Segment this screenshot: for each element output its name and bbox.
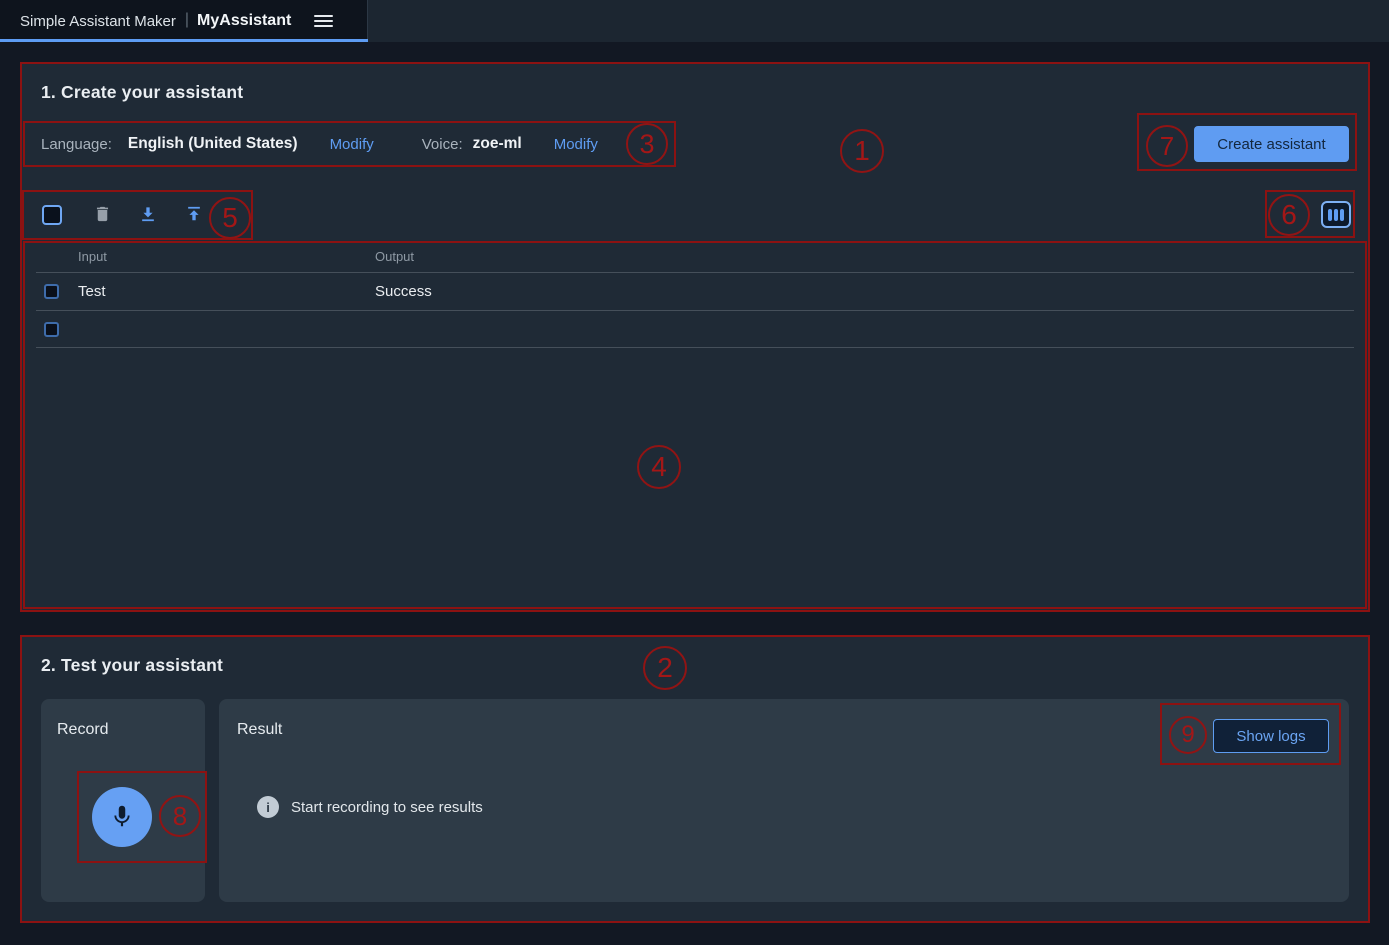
test-section-title: 2. Test your assistant	[41, 655, 223, 676]
language-value: English (United States)	[128, 135, 298, 153]
download-button[interactable]	[135, 202, 161, 228]
title-separator: |	[185, 11, 189, 29]
column-settings-button[interactable]	[1321, 201, 1351, 228]
voice-value: zoe-ml	[473, 135, 522, 153]
app-title: Simple Assistant Maker	[20, 13, 176, 30]
microphone-icon	[109, 803, 135, 832]
input-cell[interactable]: Test	[78, 283, 106, 300]
create-section-title: 1. Create your assistant	[41, 82, 243, 103]
table-divider	[36, 310, 1354, 311]
assistant-name: MyAssistant	[197, 12, 291, 30]
modify-voice-link[interactable]: Modify	[554, 136, 598, 153]
active-tab-underline	[0, 39, 368, 42]
language-voice-row: Language: English (United States) Modify…	[41, 129, 598, 159]
upload-icon	[184, 204, 204, 227]
output-cell: Success	[375, 283, 432, 300]
voice-label: Voice:	[422, 136, 463, 153]
result-card-title: Result	[237, 721, 282, 739]
assistant-tab[interactable]: Simple Assistant Maker | MyAssistant	[0, 0, 368, 42]
select-all-checkbox[interactable]	[42, 205, 62, 225]
download-icon	[138, 204, 158, 227]
top-bar: Simple Assistant Maker | MyAssistant	[0, 0, 1389, 42]
info-icon: i	[257, 796, 279, 818]
record-card-title: Record	[57, 721, 109, 739]
delete-button[interactable]	[89, 202, 115, 228]
menu-icon[interactable]	[314, 15, 333, 28]
row-checkbox[interactable]	[44, 322, 59, 337]
result-empty-state: Start recording to see results	[291, 799, 483, 816]
table-header-input: Input	[78, 249, 107, 264]
record-button[interactable]	[92, 787, 152, 847]
create-assistant-button[interactable]: Create assistant	[1194, 126, 1349, 162]
language-label: Language:	[41, 136, 112, 153]
page: Simple Assistant Maker | MyAssistant 1. …	[0, 0, 1389, 945]
columns-icon	[1328, 209, 1344, 221]
row-checkbox[interactable]	[44, 284, 59, 299]
show-logs-button[interactable]: Show logs	[1213, 719, 1329, 753]
upload-button[interactable]	[181, 202, 207, 228]
table-divider	[36, 347, 1354, 348]
table-divider	[36, 272, 1354, 273]
table-header-output: Output	[375, 249, 414, 264]
trash-icon	[93, 204, 112, 227]
modify-language-link[interactable]: Modify	[330, 136, 374, 153]
